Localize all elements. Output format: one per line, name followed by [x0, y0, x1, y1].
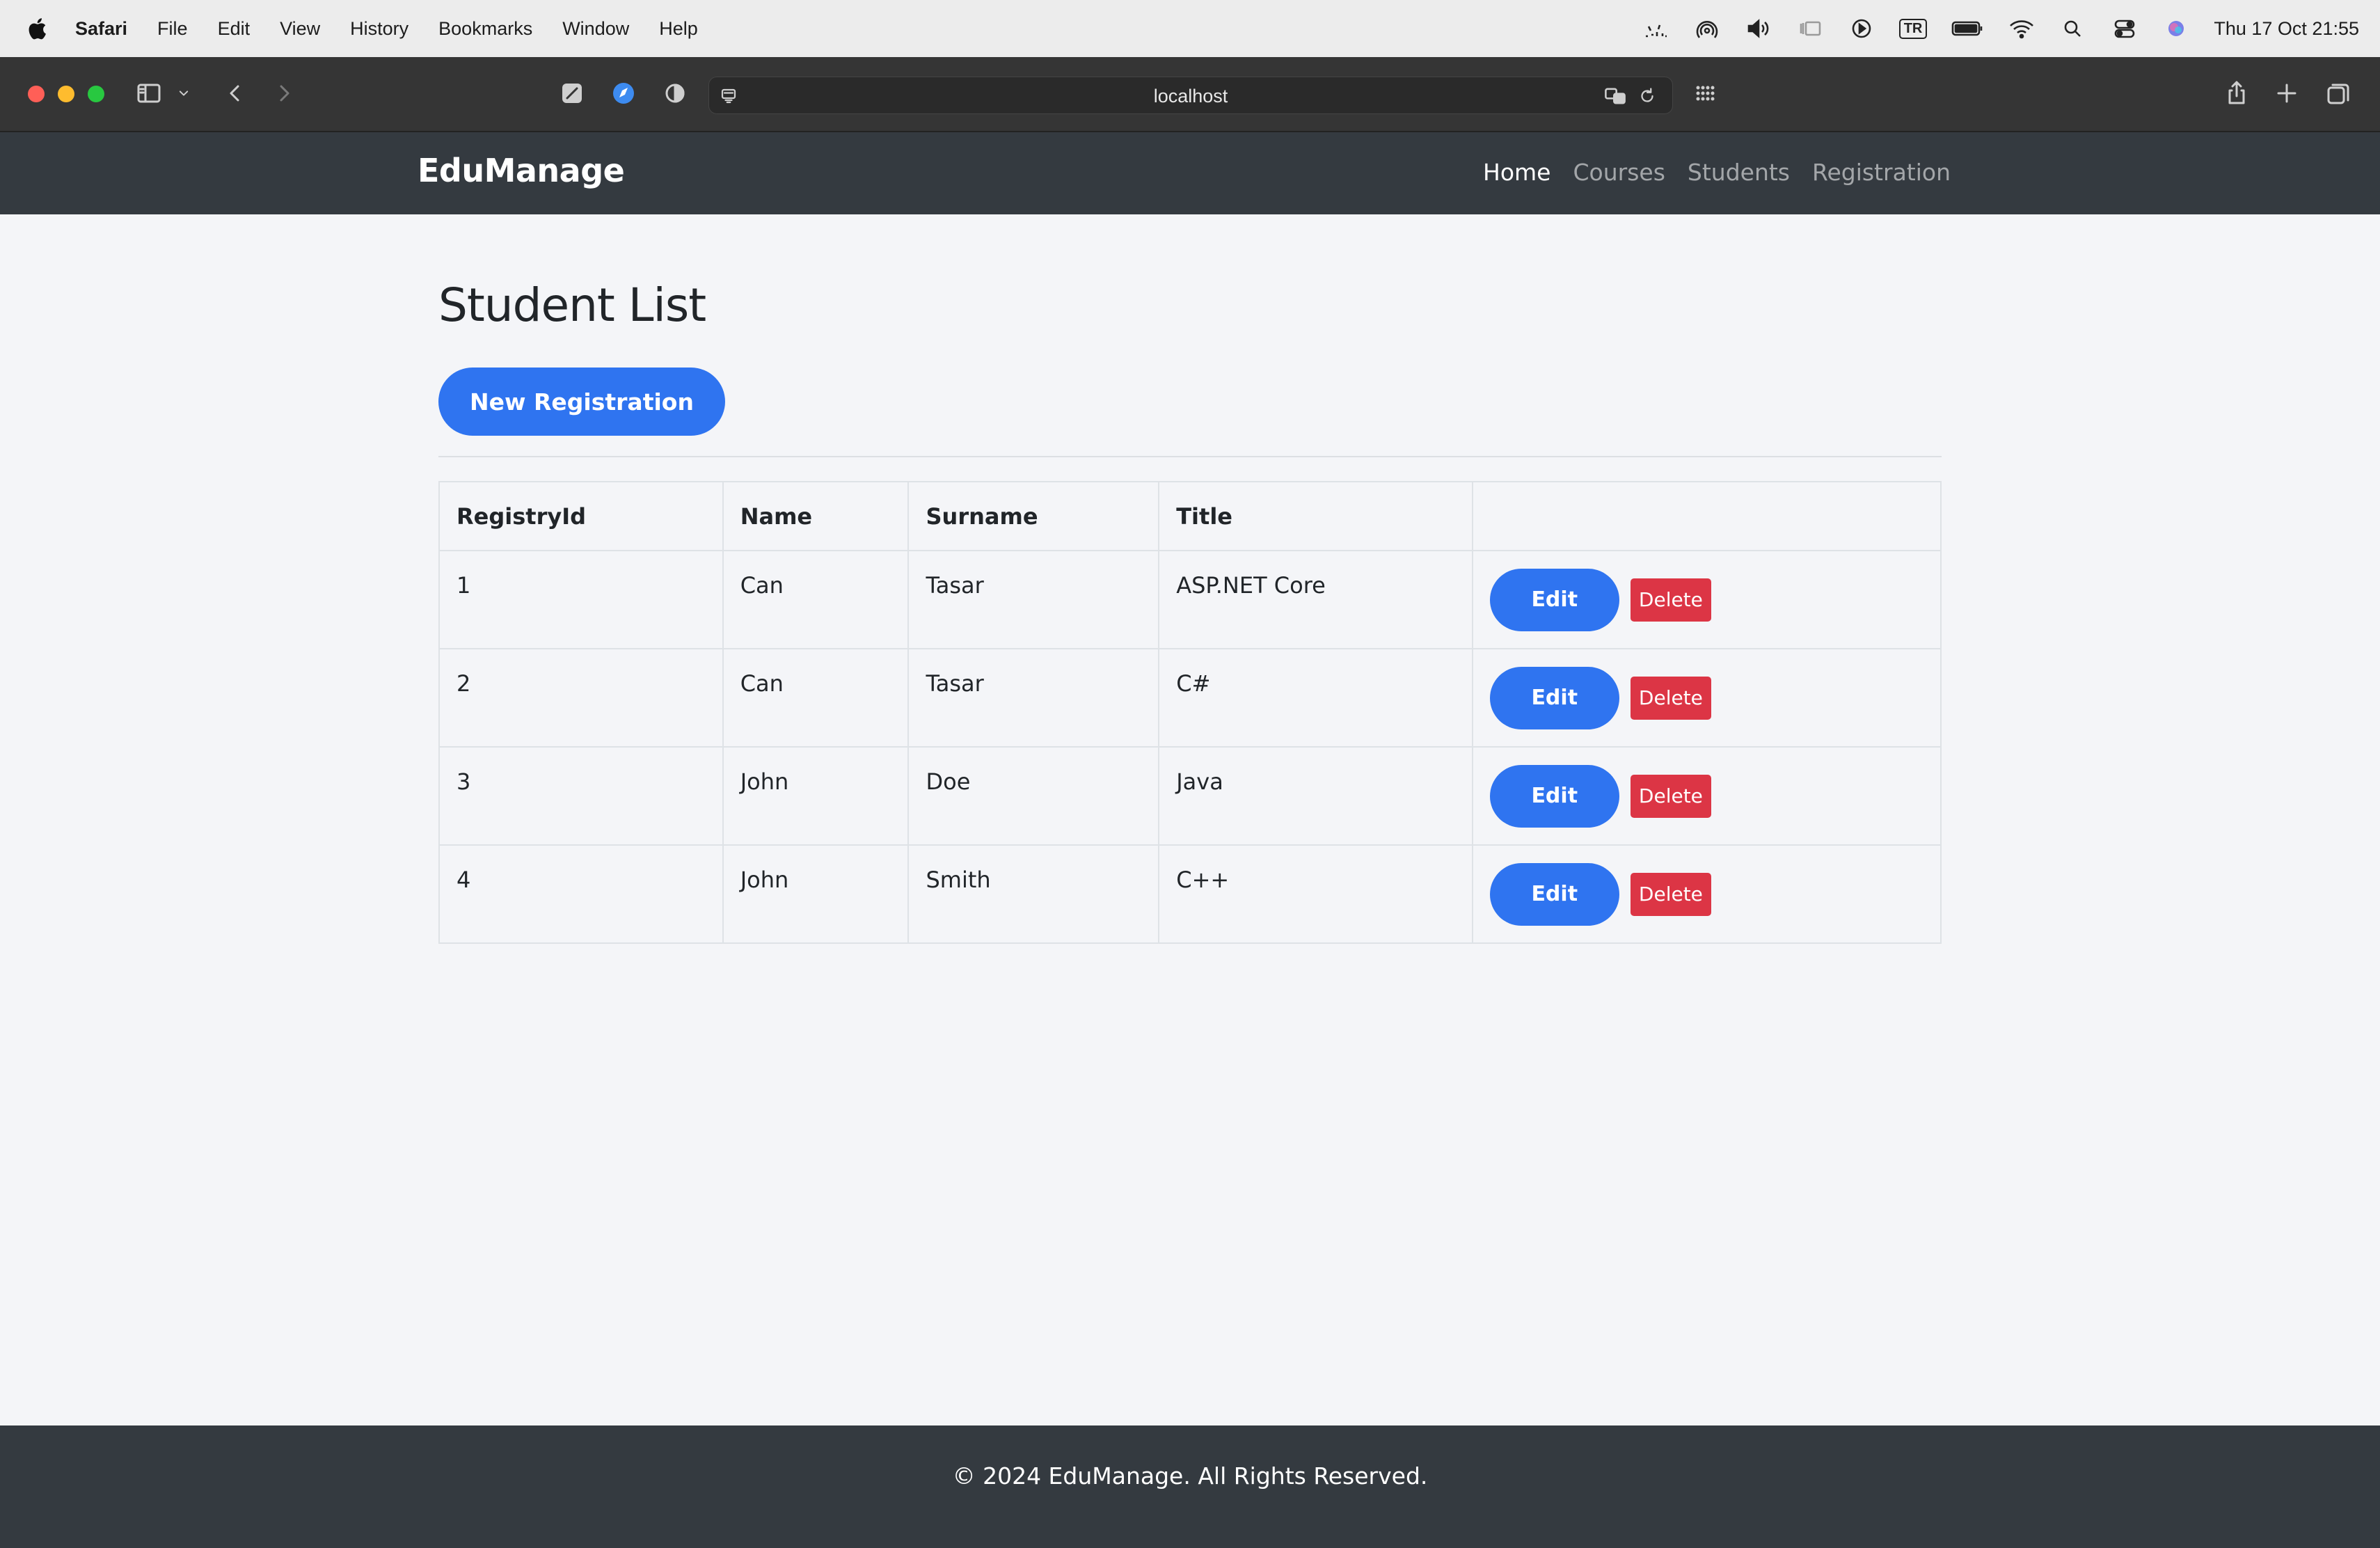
edit-button[interactable]: Edit — [1489, 764, 1619, 828]
cell-registry-id: 3 — [438, 746, 724, 846]
volume-icon[interactable] — [1745, 17, 1772, 40]
menu-bar-clock[interactable]: Thu 17 Oct 21:55 — [2214, 18, 2359, 40]
window-controls — [28, 86, 104, 102]
cell-actions: Edit Delete — [1471, 844, 1942, 944]
now-playing-icon[interactable] — [1848, 17, 1875, 40]
zoom-window-button[interactable] — [88, 86, 104, 102]
menu-history[interactable]: History — [350, 18, 408, 40]
control-center-icon[interactable] — [2111, 17, 2139, 40]
cell-registry-id: 1 — [438, 550, 724, 649]
cell-surname: Doe — [907, 746, 1160, 846]
sidebar-toggle-icon[interactable] — [134, 78, 164, 109]
app-menu: Safari File Edit View History Bookmarks … — [75, 18, 728, 40]
cell-registry-id: 4 — [438, 844, 724, 944]
address-bar[interactable]: localhost — [708, 77, 1673, 114]
wifi-icon[interactable] — [2008, 17, 2036, 40]
extension-icon[interactable] — [557, 78, 587, 109]
apple-logo-icon[interactable] — [26, 17, 47, 40]
menu-window[interactable]: Window — [562, 18, 629, 40]
table-row: 4 John Smith C++ Edit Delete — [438, 844, 1942, 944]
nav-link-courses[interactable]: Courses — [1573, 159, 1665, 186]
share-icon[interactable] — [2221, 78, 2252, 109]
nav-links: Home Courses Students Registration — [1483, 159, 1951, 186]
translate-icon[interactable] — [1600, 81, 1631, 111]
site-navbar: EduManage Home Courses Students Registra… — [0, 132, 2380, 214]
nav-link-students[interactable]: Students — [1688, 159, 1790, 186]
close-window-button[interactable] — [28, 86, 45, 102]
airdrop-icon[interactable] — [1693, 17, 1721, 40]
column-header-name: Name — [722, 481, 910, 551]
cell-surname: Smith — [907, 844, 1160, 944]
tab-overview-grid-icon[interactable] — [1690, 78, 1720, 109]
dark-mode-extension-icon[interactable] — [660, 78, 690, 109]
new-registration-button[interactable]: New Registration — [438, 368, 725, 436]
siri-icon[interactable] — [2162, 17, 2190, 40]
back-icon[interactable] — [220, 78, 251, 109]
cell-registry-id: 2 — [438, 648, 724, 748]
compass-extension-icon[interactable] — [608, 78, 639, 109]
reload-icon[interactable] — [1632, 81, 1663, 111]
new-tab-icon[interactable] — [2271, 78, 2302, 109]
menu-help[interactable]: Help — [659, 18, 698, 40]
divider — [438, 456, 1942, 457]
nav-link-home[interactable]: Home — [1483, 159, 1550, 186]
column-header-registry-id: RegistryId — [438, 481, 724, 551]
chevron-down-icon[interactable] — [173, 78, 195, 109]
edit-button[interactable]: Edit — [1489, 862, 1619, 926]
delete-button[interactable]: Delete — [1630, 872, 1711, 916]
table-row: 3 John Doe Java Edit Delete — [438, 746, 1942, 846]
table-header-row: RegistryId Name Surname Title — [438, 481, 1942, 551]
brand-logo[interactable]: EduManage — [418, 152, 625, 189]
cell-title: ASP.NET Core — [1158, 550, 1473, 649]
cell-actions: Edit Delete — [1471, 550, 1942, 649]
table-row: 1 Can Tasar ASP.NET Core Edit Delete — [438, 550, 1942, 649]
footer-copyright: © 2024 EduManage. All Rights Reserved. — [952, 1462, 1428, 1490]
cell-title: Java — [1158, 746, 1473, 846]
delete-button[interactable]: Delete — [1630, 578, 1711, 622]
stage-manager-icon[interactable] — [1796, 17, 1824, 40]
cell-name: Can — [722, 550, 910, 649]
battery-icon[interactable] — [1951, 17, 1984, 40]
delete-button[interactable]: Delete — [1630, 774, 1711, 818]
menu-view[interactable]: View — [280, 18, 320, 40]
nav-link-registration[interactable]: Registration — [1812, 159, 1951, 186]
edit-button[interactable]: Edit — [1489, 666, 1619, 729]
delete-button[interactable]: Delete — [1630, 676, 1711, 720]
column-header-title: Title — [1158, 481, 1473, 551]
show-tabs-icon[interactable] — [2323, 78, 2354, 109]
site-footer: © 2024 EduManage. All Rights Reserved. — [0, 1425, 2380, 1548]
edit-button[interactable]: Edit — [1489, 568, 1619, 631]
dictation-icon[interactable] — [1642, 17, 1669, 40]
cell-actions: Edit Delete — [1471, 648, 1942, 748]
input-source-indicator[interactable]: TR — [1898, 18, 1928, 39]
minimize-window-button[interactable] — [58, 86, 74, 102]
forward-icon[interactable] — [269, 78, 299, 109]
browser-toolbar: localhost — [0, 57, 2380, 132]
cell-actions: Edit Delete — [1471, 746, 1942, 846]
menu-file[interactable]: File — [157, 18, 188, 40]
page-title: Student List — [438, 278, 706, 332]
menu-app-name[interactable]: Safari — [75, 18, 127, 40]
column-header-surname: Surname — [907, 481, 1160, 551]
table-row: 2 Can Tasar C# Edit Delete — [438, 648, 1942, 748]
student-table: RegistryId Name Surname Title 1 Can Tasa… — [438, 481, 1942, 944]
status-area: TR Thu 17 Oct 21:55 — [1642, 0, 2359, 57]
cell-title: C++ — [1158, 844, 1473, 944]
menu-edit[interactable]: Edit — [218, 18, 251, 40]
cell-title: C# — [1158, 648, 1473, 748]
cell-name: John — [722, 746, 910, 846]
spotlight-search-icon[interactable] — [2059, 17, 2087, 40]
menu-bookmarks[interactable]: Bookmarks — [438, 18, 532, 40]
cell-surname: Tasar — [907, 648, 1160, 748]
cell-name: John — [722, 844, 910, 944]
macos-menu-bar: Safari File Edit View History Bookmarks … — [0, 0, 2380, 57]
url-text[interactable]: localhost — [709, 77, 1672, 115]
column-header-actions — [1471, 481, 1942, 551]
cell-name: Can — [722, 648, 910, 748]
cell-surname: Tasar — [907, 550, 1160, 649]
